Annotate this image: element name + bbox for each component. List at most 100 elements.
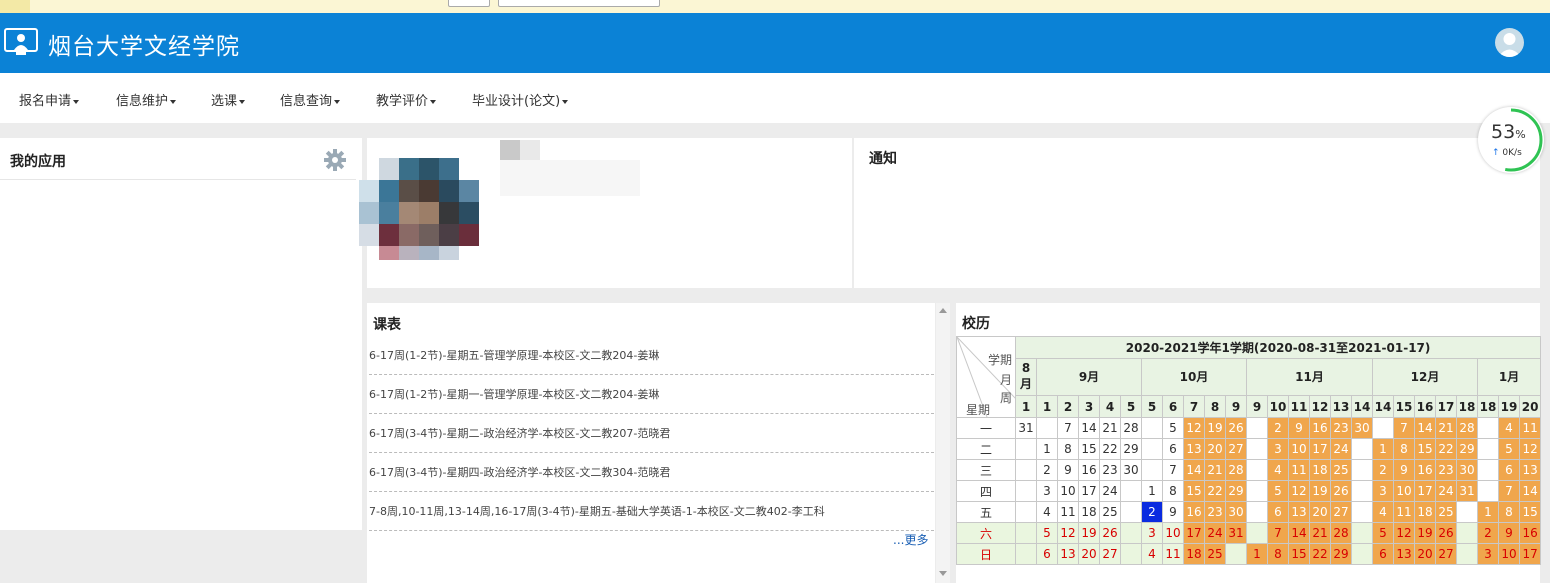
- calendar-day-cell: 3: [1477, 543, 1499, 565]
- calendar-day-cell: 1: [1246, 543, 1268, 565]
- schedule-scrollbar[interactable]: [936, 303, 950, 583]
- calendar-day-cell: 24: [1099, 480, 1121, 502]
- nav-item-course-select[interactable]: 选课: [211, 90, 246, 109]
- calendar-day-cell: 4: [1141, 543, 1163, 565]
- gear-icon[interactable]: [324, 149, 346, 171]
- calendar-day-cell: [1246, 417, 1268, 439]
- calendar-day-cell: 27: [1435, 543, 1457, 565]
- calendar-day-cell: 26: [1099, 522, 1121, 544]
- calendar-day-cell: 8: [1393, 438, 1415, 460]
- profile-panel: [359, 138, 852, 288]
- calendar-day-cell: [1456, 543, 1478, 565]
- calendar-day-cell: 1: [1477, 501, 1499, 523]
- calendar-day-cell: 7: [1498, 480, 1520, 502]
- calendar-day-cell: 27: [1330, 501, 1352, 523]
- nav-item-signup[interactable]: 报名申请: [19, 90, 80, 109]
- week-number: 7: [1183, 395, 1205, 418]
- calendar-day-cell: 23: [1204, 501, 1226, 523]
- user-avatar-icon[interactable]: [1495, 28, 1524, 57]
- schedule-row-text: 6-17周(3-4节)-星期四-政治经济学-本校区-文二教304-范晓君: [369, 466, 671, 479]
- calendar-day-cell: [1246, 480, 1268, 502]
- calendar-day-cell: 26: [1435, 522, 1457, 544]
- calendar-day-cell: 13: [1393, 543, 1415, 565]
- calendar-day-cell: [1246, 522, 1268, 544]
- calendar-weekday-row: 三 2 9 16 23 30 7 14 21 28 4 11 18 25 2 9 16 23 30 6 13: [956, 459, 1542, 481]
- calendar-day-cell: 30: [1120, 459, 1142, 481]
- network-speed-widget[interactable]: 53% ↑ 0K/s: [1478, 107, 1544, 173]
- schedule-panel: 课表 6-17周(1-2节)-星期五-管理学原理-本校区-文二教204-姜琳 6…: [367, 303, 935, 583]
- calendar-day-cell: 1: [1036, 438, 1058, 460]
- calendar-day-cell: [1351, 459, 1373, 481]
- calendar-day-cell: [1456, 522, 1478, 544]
- more-link[interactable]: ...更多: [893, 531, 928, 548]
- calendar-weekday-row: 六 5 12 19 26 3 10 17 24 31 7 14 21 28 5 12 19 26 2 9 16: [956, 522, 1542, 544]
- calendar-day-cell: 25: [1204, 543, 1226, 565]
- calendar-day-cell: 10: [1288, 438, 1310, 460]
- notice-panel: 通知: [854, 138, 1540, 288]
- calendar-day-cell: 14: [1518, 480, 1542, 502]
- weekday-label: 一: [956, 417, 1016, 439]
- percent-unit: %: [1515, 128, 1526, 141]
- calendar-day-cell: 23: [1330, 417, 1352, 439]
- caret-down-icon: [170, 99, 177, 104]
- calendar-day-cell: 14: [1183, 459, 1205, 481]
- week-number: 17: [1435, 395, 1457, 418]
- calendar-day-cell: [1015, 459, 1037, 481]
- calendar-day-cell: 16: [1078, 459, 1100, 481]
- calendar-day-cell: 14: [1078, 417, 1100, 439]
- site-header: 烟台大学文经学院: [0, 13, 1550, 73]
- calendar-day-cell: 5: [1162, 417, 1184, 439]
- calendar-day-cell: [1015, 438, 1037, 460]
- calendar-day-cell: [1120, 480, 1142, 502]
- nav-label: 信息维护: [116, 94, 169, 109]
- calendar-day-cell: [1141, 438, 1163, 460]
- rate-value: 0K/s: [1502, 148, 1522, 158]
- calendar-day-cell: [1120, 543, 1142, 565]
- calendar-day-cell: 8: [1498, 501, 1520, 523]
- calendar-weekday-row: 日 6 13 20 27 4 11 18 25 1 8 15 22 29 6 13 20 27 3 10 17: [956, 543, 1542, 565]
- nav-item-teaching-eval[interactable]: 教学评价: [376, 90, 437, 109]
- notice-title: 通知: [869, 151, 897, 167]
- calendar-day-cell: 24: [1435, 480, 1457, 502]
- nav-item-thesis[interactable]: 毕业设计(论文): [472, 90, 569, 109]
- calendar-day-cell: 16: [1414, 459, 1436, 481]
- scroll-up-arrow-icon[interactable]: [939, 308, 947, 313]
- calendar-day-cell: 13: [1057, 543, 1079, 565]
- calendar-day-cell: 25: [1099, 501, 1121, 523]
- calendar-day-cell: [1477, 480, 1499, 502]
- calendar-day-cell: 2: [1372, 459, 1394, 481]
- calendar-day-cell: 7: [1267, 522, 1289, 544]
- calendar-day-cell: 3: [1267, 438, 1289, 460]
- calendar-day-cell: [1036, 417, 1058, 439]
- caret-down-icon: [239, 99, 246, 104]
- nav-item-info-query[interactable]: 信息查询: [280, 90, 341, 109]
- calendar-day-cell: 24: [1330, 438, 1352, 460]
- calendar-day-cell: 26: [1330, 480, 1352, 502]
- calendar-day-cell: 9: [1162, 501, 1184, 523]
- calendar-day-cell: 20: [1414, 543, 1436, 565]
- calendar-day-cell: 5: [1498, 438, 1520, 460]
- semester-header: 2020-2021学年1学期(2020-08-31至2021-01-17): [1014, 336, 1542, 359]
- info-bar-button[interactable]: [448, 0, 490, 7]
- info-bar-field[interactable]: [498, 0, 660, 7]
- calendar-day-cell: 11: [1162, 543, 1184, 565]
- week-number: 8: [1204, 395, 1226, 418]
- calendar-day-cell: 20: [1078, 543, 1100, 565]
- calendar-day-cell: [1120, 501, 1142, 523]
- corner-weekday-label: 星期: [966, 403, 991, 417]
- scroll-down-arrow-icon[interactable]: [939, 571, 947, 576]
- caret-down-icon: [430, 99, 437, 104]
- weekday-label: 二: [956, 438, 1016, 460]
- calendar-day-cell: 31: [1015, 417, 1037, 439]
- month-header: 11月: [1246, 357, 1373, 397]
- schedule-row: 6-17周(1-2节)-星期五-管理学原理-本校区-文二教204-姜琳: [369, 336, 934, 375]
- calendar-day-cell: 12: [1518, 438, 1542, 460]
- calendar-day-cell: 15: [1414, 438, 1436, 460]
- calendar-day-cell: 3: [1372, 480, 1394, 502]
- calendar-day-cell: 3: [1036, 480, 1058, 502]
- nav-item-info-maintain[interactable]: 信息维护: [116, 90, 177, 109]
- week-number: 1: [1036, 395, 1058, 418]
- calendar-panel: 校历 学期 月 周 星期 2020-2021学年1学期(2020-08-31至2…: [956, 303, 1542, 583]
- calendar-day-cell: [1456, 501, 1478, 523]
- schedule-row: 6-17周(3-4节)-星期二-政治经济学-本校区-文二教207-范晓君: [369, 414, 934, 453]
